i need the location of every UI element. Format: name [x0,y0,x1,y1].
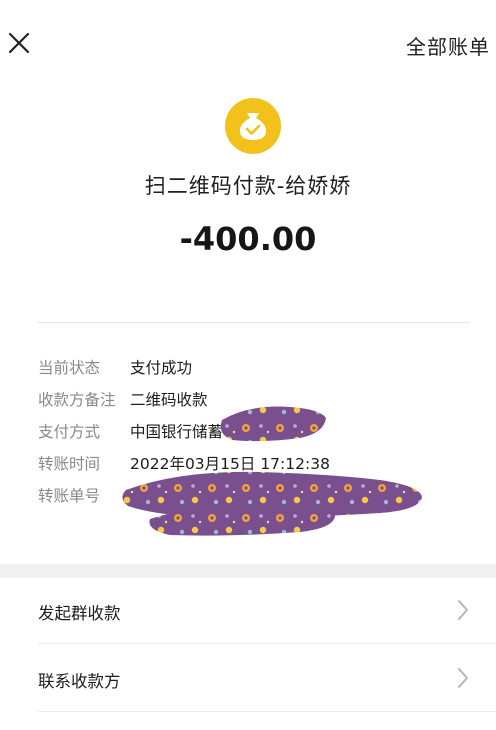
divider [38,711,496,712]
group-collect-button[interactable]: 发起群收款 [0,578,496,644]
chevron-right-icon [456,598,470,622]
menu-item-label: 发起群收款 [38,604,121,623]
contact-payee-button[interactable]: 联系收款方 [0,646,496,712]
chevron-right-icon [456,666,470,690]
menu-item-label: 联系收款方 [38,672,121,691]
divider [38,643,496,644]
section-gap [0,564,496,578]
bill-detail-page: 全部账单 扫二维码付款-给娇娇 -400.00 当前状态 支付成功 收款方备注 … [0,0,496,730]
